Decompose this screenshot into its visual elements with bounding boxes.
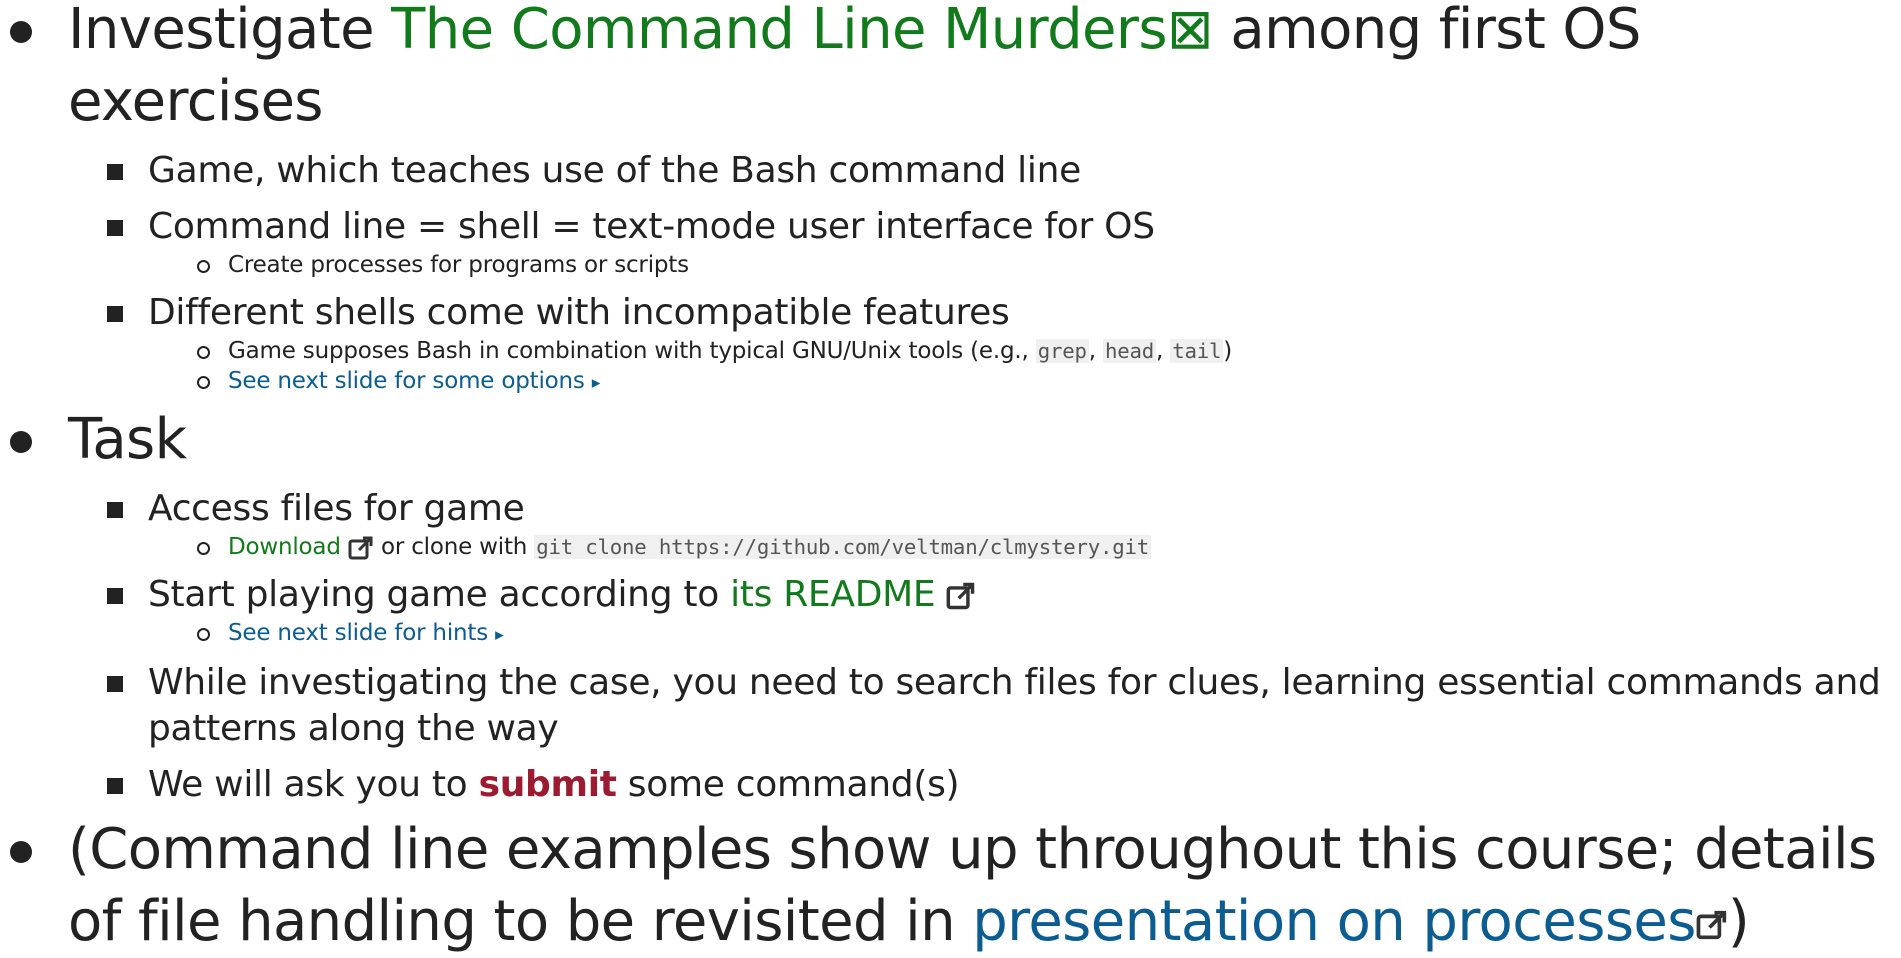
list-item: While investigating the case, you need t… [0, 660, 1901, 752]
triangle-right-icon: ▸ [591, 373, 601, 393]
item-text: Game, which teaches use of the Bash comm… [148, 150, 1081, 191]
next-slide-hints-link[interactable]: See next slide for hints ▸ [228, 620, 504, 646]
list-item: Command line = shell = text-mode user in… [0, 204, 1901, 250]
bullet-text: ) [1727, 889, 1750, 954]
list-item: Different shells come with incompatible … [0, 290, 1901, 336]
square-bullet [107, 220, 123, 236]
external-link-icon [348, 536, 373, 559]
square-bullet [107, 164, 123, 180]
processes-presentation-link[interactable]: presentation on processes [972, 889, 1696, 954]
square-bullet [107, 306, 123, 322]
item-text: or clone with [373, 534, 535, 560]
bullet-command-line-examples: (Command line examples show up throughou… [0, 814, 1901, 958]
code-tail: tail [1170, 339, 1224, 363]
list-item: See next slide for hints ▸ [0, 618, 1901, 650]
external-link-icon [1696, 910, 1726, 940]
code-head: head [1103, 339, 1157, 363]
triangle-right-icon: ▸ [495, 625, 504, 645]
link-text: See next slide for some options [228, 368, 585, 394]
square-bullet [107, 676, 123, 692]
link-icon: ⊠ [1166, 0, 1214, 62]
sub-list: Game, which teaches use of the Bash comm… [0, 148, 1901, 398]
slide: Investigate The Command Line Murders⊠ am… [0, 0, 1901, 954]
disc-bullet [10, 431, 32, 453]
next-slide-options-link[interactable]: See next slide for some options ▸ [228, 368, 600, 394]
bullet-task: Task [0, 404, 1901, 476]
circle-bullet [197, 260, 210, 273]
circle-bullet [197, 376, 210, 389]
square-bullet [107, 588, 123, 604]
bullet-investigate: Investigate The Command Line Murders⊠ am… [0, 0, 1901, 138]
item-text: Start playing game according to [148, 574, 731, 615]
disc-bullet [10, 841, 32, 863]
item-text: some command(s) [616, 764, 960, 805]
circle-bullet [197, 542, 210, 555]
download-link[interactable]: Download [228, 534, 341, 560]
item-text: Different shells come with incompatible … [148, 292, 1010, 333]
square-bullet [107, 502, 123, 518]
item-text: ) [1223, 338, 1233, 364]
item-text: Command line = shell = text-mode user in… [148, 206, 1155, 247]
list-item: Game, which teaches use of the Bash comm… [0, 148, 1901, 194]
list-item: Game supposes Bash in combination with t… [0, 336, 1901, 366]
bullet-list: Investigate The Command Line Murders⊠ am… [0, 0, 1901, 958]
item-text: We will ask you to [148, 764, 479, 805]
disc-bullet [10, 21, 32, 43]
clmystery-link[interactable]: The Command Line Murders [391, 0, 1167, 62]
item-text: Create processes for programs or scripts [228, 252, 689, 278]
external-link-icon [947, 582, 975, 610]
separator: , [1088, 338, 1103, 364]
item-text: Access files for game [148, 488, 525, 529]
list-item: Download or clone with git clone https:/… [0, 532, 1901, 562]
item-text: Game supposes Bash in combination with t… [228, 338, 1036, 364]
readme-link[interactable]: its README [730, 574, 936, 615]
code-grep: grep [1035, 339, 1089, 363]
circle-bullet [197, 628, 210, 641]
separator: , [1156, 338, 1171, 364]
list-item: Create processes for programs or scripts [0, 250, 1901, 280]
link-text: See next slide for hints [228, 620, 488, 646]
bullet-text: Task [68, 407, 187, 472]
square-bullet [107, 778, 123, 794]
list-item: Access files for game [0, 486, 1901, 532]
submit-emphasis: submit [478, 764, 617, 805]
git-clone-code: git clone https://github.com/veltman/clm… [534, 535, 1152, 559]
sub-list: Access files for game Download or clone … [0, 486, 1901, 808]
bullet-text: Investigate [68, 0, 392, 62]
list-item: Start playing game according to its READ… [0, 572, 1901, 618]
item-text: While investigating the case, you need t… [148, 662, 1881, 749]
list-item: We will ask you to submit some command(s… [0, 762, 1901, 808]
circle-bullet [197, 346, 210, 359]
list-item: See next slide for some options ▸ [0, 366, 1901, 398]
